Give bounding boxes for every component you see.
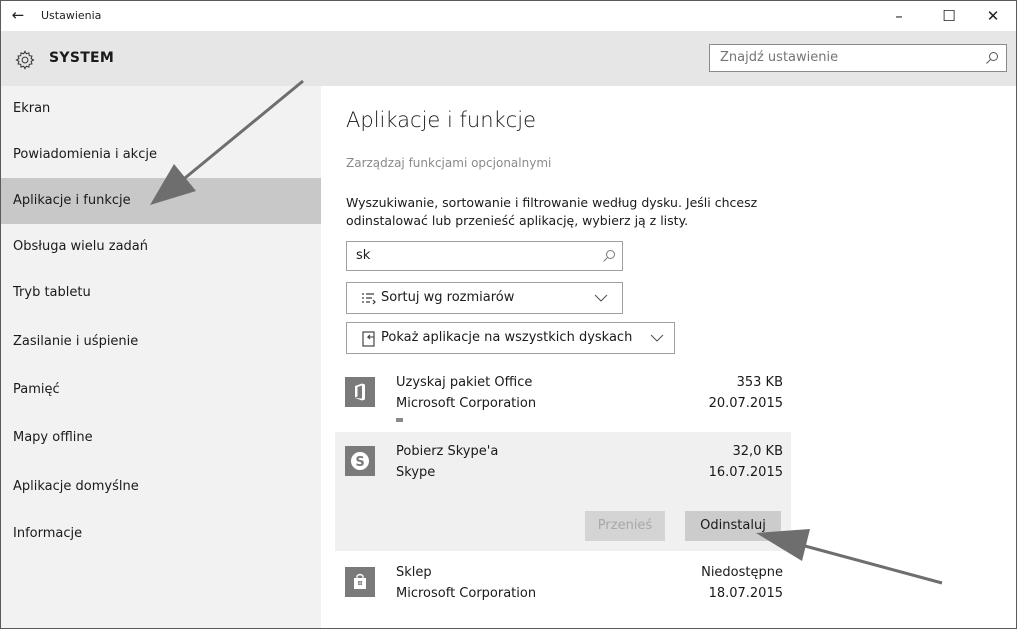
search-icon[interactable] [984,50,1000,66]
sidebar-item-ekran[interactable]: Ekran [1,86,321,132]
sort-list-icon [362,293,376,305]
settings-header: SYSTEM [1,31,1016,86]
app-filter-input[interactable] [354,247,588,264]
sidebar-item-tablet-mode[interactable]: Tryb tabletu [1,270,321,316]
sidebar-item-about[interactable]: Informacje [1,511,321,557]
title-bar: ← Ustawienia – ☐ ✕ [1,1,1016,31]
maximize-button[interactable]: ☐ [926,1,972,31]
main-content: Aplikacje i funkcje Zarządzaj funkcjami … [321,86,1016,628]
window-title: Ustawienia [41,9,102,22]
chevron-down-icon [650,334,664,342]
svg-text:S: S [355,455,364,470]
sidebar-item-multitasking[interactable]: Obsługa wielu zadań [1,224,321,270]
chevron-down-icon [594,294,608,302]
app-size: 353 KB [736,375,783,390]
app-install-date: 16.07.2015 [708,465,783,480]
sidebar-item-notifications[interactable]: Powiadomienia i akcje [1,132,321,178]
store-icon [345,567,375,597]
sidebar-item-offline-maps[interactable]: Mapy offline [1,415,321,461]
settings-search-input[interactable] [718,49,972,66]
app-name: Uzyskaj pakiet Office [396,375,533,390]
app-install-date: 20.07.2015 [708,396,783,411]
drives-dropdown-label: Pokaż aplikacje na wszystkich dyskach [381,330,633,345]
app-publisher: Skype [396,465,436,480]
app-name: Pobierz Skype'a [396,444,499,459]
back-arrow-icon[interactable]: ← [7,4,29,26]
app-install-date: 18.07.2015 [708,586,783,601]
app-size: Niedostępne [701,565,783,580]
sidebar-item-default-apps[interactable]: Aplikacje domyślne [1,464,321,510]
sort-dropdown[interactable]: Sortuj wg rozmiarów [346,282,623,314]
minimize-button[interactable]: – [876,1,922,31]
drive-filter-icon [362,331,375,347]
close-button[interactable]: ✕ [970,1,1016,31]
office-icon [345,377,375,407]
gear-icon [15,50,35,70]
app-filter-box[interactable] [346,241,623,271]
apps-description: Wyszukiwanie, sortowanie i filtrowanie w… [346,195,758,228]
app-size: 32,0 KB [732,444,783,459]
app-size-bar [396,418,403,422]
app-list-item[interactable]: Sklep Microsoft Corporation Niedostępne … [335,560,791,614]
page-section-title: SYSTEM [49,50,115,66]
sort-dropdown-label: Sortuj wg rozmiarów [381,290,515,305]
sidebar-item-apps-features[interactable]: Aplikacje i funkcje [1,178,321,224]
skype-icon: S [345,446,375,476]
settings-search-box[interactable] [709,44,1007,72]
move-button[interactable]: Przenieś [585,511,665,541]
sidebar-item-power-sleep[interactable]: Zasilanie i uśpienie [1,319,321,365]
app-list-item[interactable]: Uzyskaj pakiet Office Microsoft Corporat… [335,371,791,425]
sidebar: Ekran Powiadomienia i akcje Aplikacje i … [1,86,321,628]
app-name: Sklep [396,565,432,580]
drives-dropdown[interactable]: Pokaż aplikacje na wszystkich dyskach [346,322,675,354]
settings-window: ← Ustawienia – ☐ ✕ SYSTEM Ekran Powiadom… [0,0,1017,629]
sidebar-item-storage[interactable]: Pamięć [1,367,321,413]
app-list-item-selected[interactable]: S Pobierz Skype'a Skype 32,0 KB 16.07.20… [335,432,791,551]
page-title: Aplikacje i funkcje [346,108,536,132]
uninstall-button[interactable]: Odinstaluj [685,511,781,541]
manage-optional-features-link[interactable]: Zarządzaj funkcjami opcjonalnymi [346,156,551,170]
app-publisher: Microsoft Corporation [396,396,537,411]
search-icon [603,250,615,262]
app-publisher: Microsoft Corporation [396,586,537,601]
